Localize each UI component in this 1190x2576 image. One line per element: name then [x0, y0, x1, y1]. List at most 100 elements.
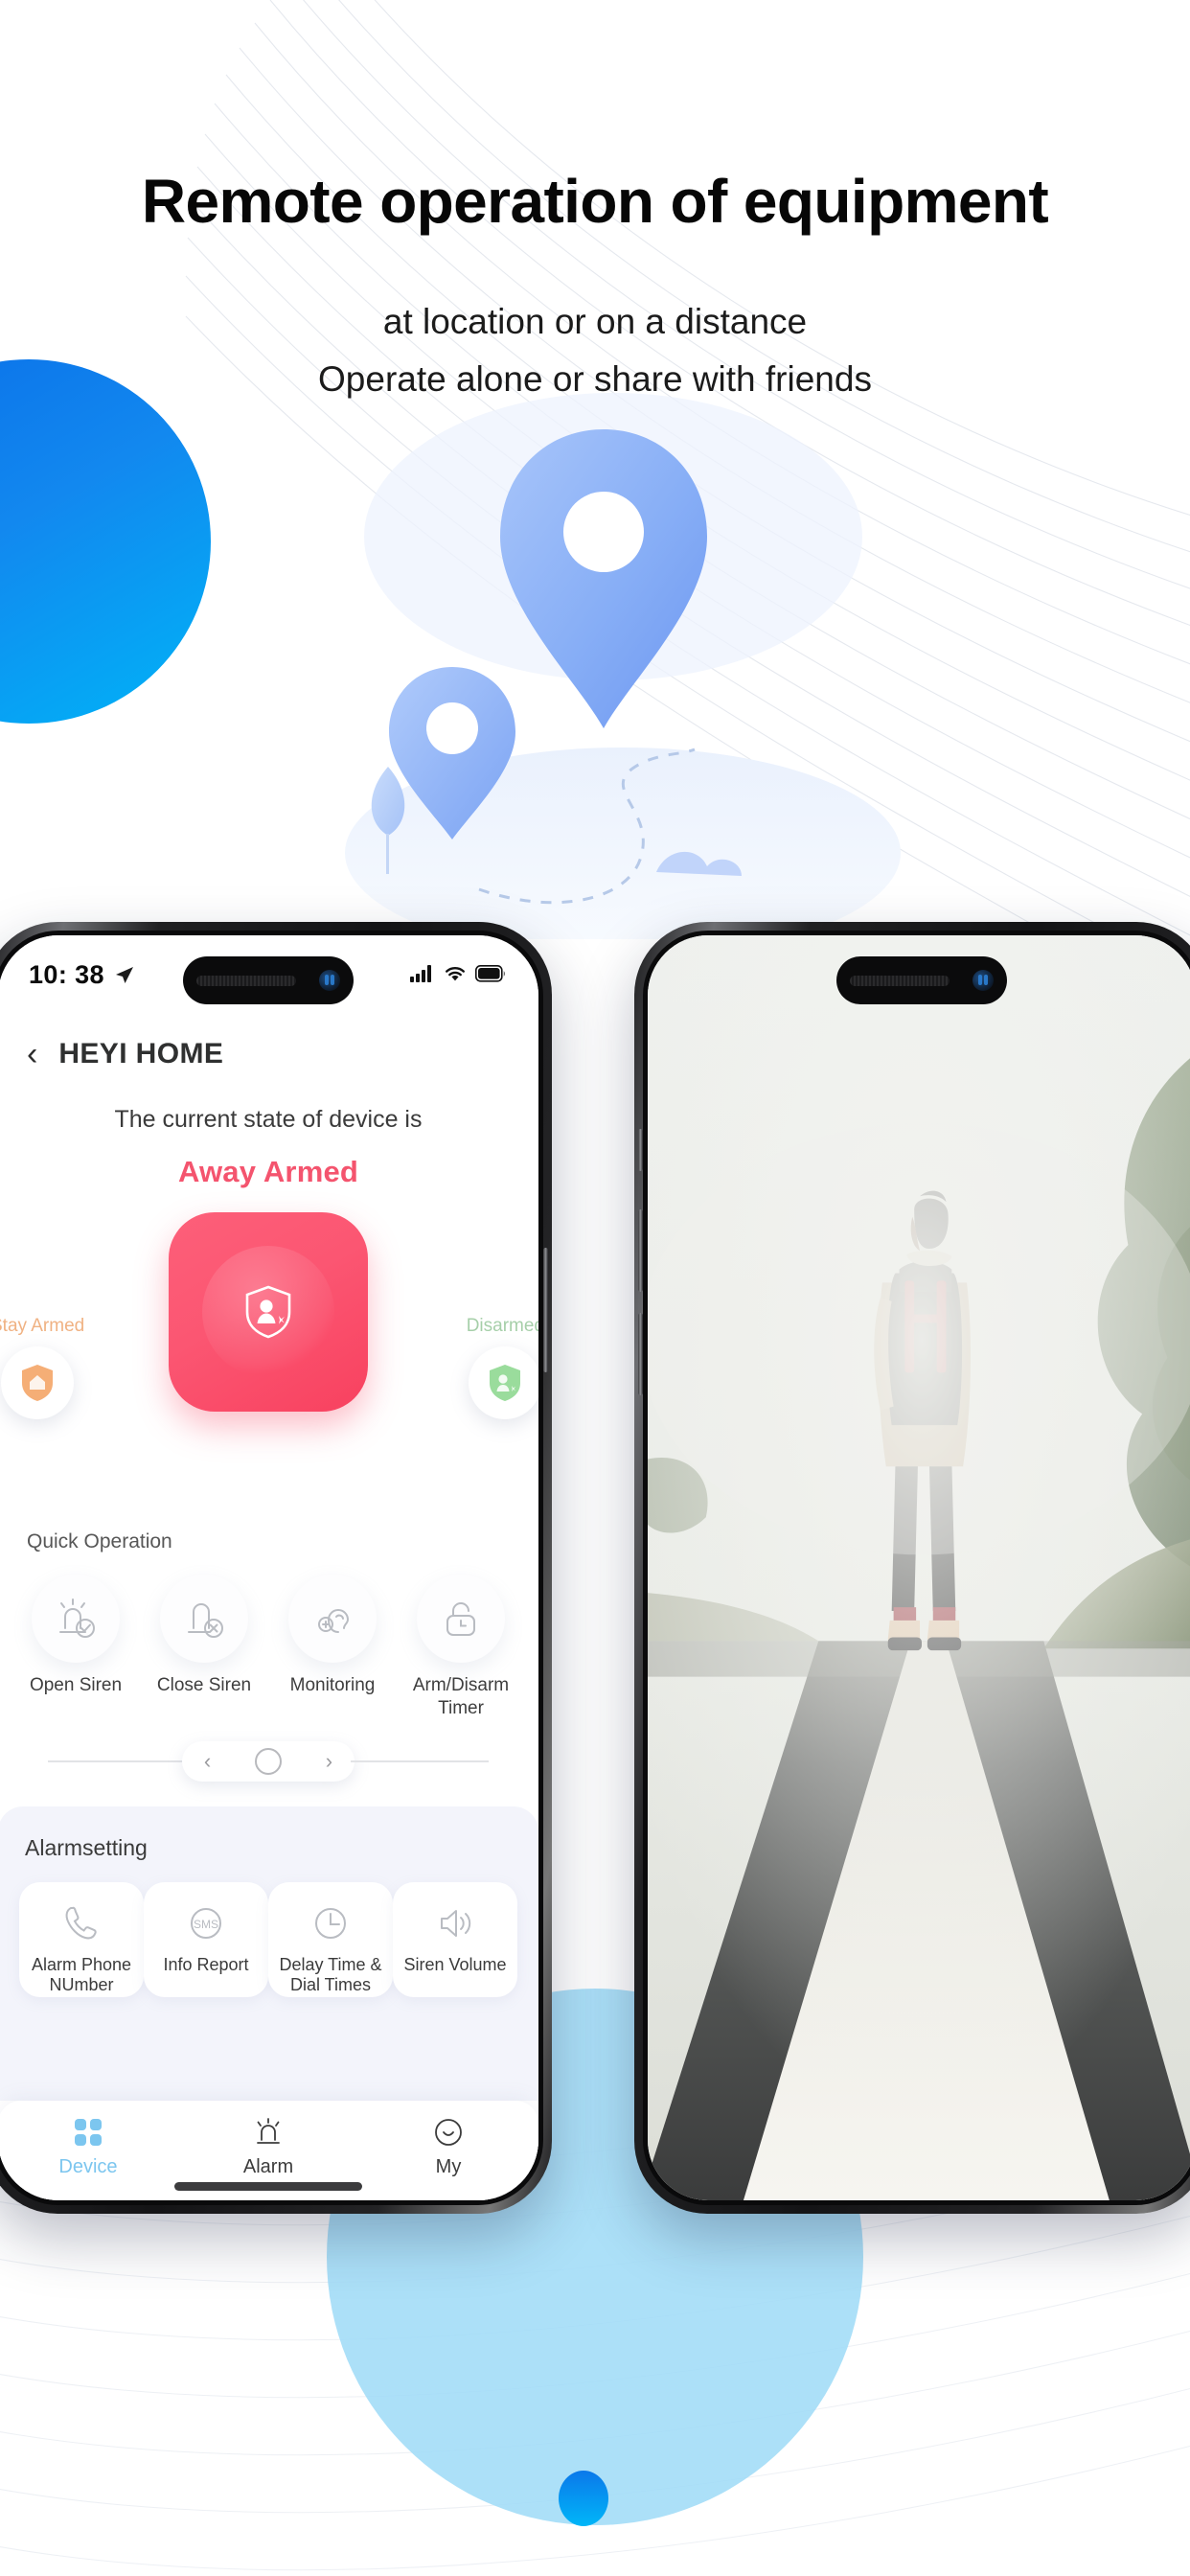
location-arrow-icon	[115, 966, 133, 983]
quick-item-arm-disarm-timer[interactable]: Arm/Disarm Timer	[404, 1575, 517, 1720]
quick-item-monitoring[interactable]: Monitoring	[276, 1575, 389, 1720]
large-map-pin	[500, 429, 707, 728]
alarm-setting-panel: Alarmsetting Alarm Phone NUmber SMS Info…	[0, 1806, 538, 2101]
quick-item-close-siren[interactable]: Close Siren	[148, 1575, 261, 1720]
quick-item-icon-wrap	[32, 1575, 120, 1663]
device-state-prefix: The current state of device is	[114, 1106, 423, 1133]
phone-power-button[interactable]	[543, 1248, 548, 1372]
wifi-icon	[446, 967, 465, 981]
alarm-card-label: Info Report	[163, 1954, 249, 1974]
app-title: HEYI HOME	[58, 1038, 224, 1070]
arm-controls-row: Stay Armed	[0, 1203, 538, 1529]
front-camera-icon	[973, 970, 994, 991]
status-bar-time-group: 10: 38	[29, 960, 136, 990]
phone-bezel-right	[643, 931, 1190, 2205]
shield-person-green-icon	[490, 1365, 521, 1401]
quick-item-icon-wrap	[288, 1575, 377, 1663]
quick-item-label: Monitoring	[289, 1675, 376, 1695]
siren-icon	[257, 2118, 280, 2144]
alarm-card-phone-number[interactable]: Alarm Phone NUmber	[19, 1881, 144, 1997]
page-carousel: ‹ ›	[0, 1740, 538, 1782]
tab-label: Alarm	[242, 2156, 294, 2177]
phone-mockup-right	[634, 922, 1190, 2214]
carousel-track-right	[351, 1760, 489, 1762]
status-bar-time: 10: 38	[29, 960, 104, 989]
phone-silent-button[interactable]	[638, 1129, 643, 1171]
phone-volume-down-button[interactable]	[638, 1313, 643, 1395]
home-indicator	[174, 2182, 362, 2191]
page-subtitle: at location or on a distance Operate alo…	[0, 293, 1190, 408]
stay-armed-button[interactable]	[1, 1346, 75, 1419]
app-screen: 10: 38 ‹ HEYI HOME The current state of …	[0, 935, 538, 2200]
status-bar-indicators	[410, 960, 506, 982]
page-subtitle-line-1: at location or on a distance	[382, 302, 808, 341]
quick-item-label: Arm/Disarm Timer	[412, 1675, 510, 1718]
quick-item-icon-wrap	[417, 1575, 505, 1663]
carousel-control[interactable]: ‹ ›	[182, 1740, 355, 1782]
shield-home-icon	[22, 1365, 54, 1401]
alarm-setting-grid: Alarm Phone NUmber SMS Info Report Delay…	[19, 1881, 517, 1997]
earpiece-speaker-icon	[850, 975, 950, 986]
alarm-card-label: Siren Volume	[403, 1954, 507, 1974]
quick-operation-grid: Open Siren Close Siren Monitoring Arm/Di…	[0, 1553, 538, 1720]
carousel-dot-icon[interactable]	[255, 1747, 282, 1775]
page-title: Remote operation of equipment	[141, 167, 1049, 236]
app-navbar: ‹ HEYI HOME	[0, 1018, 538, 1091]
dynamic-island	[183, 956, 354, 1004]
carousel-next-icon[interactable]: ›	[326, 1749, 332, 1774]
alarm-card-icon-wrap: SMS	[186, 1896, 226, 1951]
phone-screen-left: 10: 38 ‹ HEYI HOME The current state of …	[0, 935, 538, 2200]
cellular-signal-icon	[410, 965, 431, 982]
tab-my[interactable]: My	[367, 2112, 530, 2178]
alarm-card-label: Alarm Phone NUmber	[31, 1954, 132, 1995]
away-armed-button[interactable]	[169, 1212, 368, 1412]
bottom-tab-bar: Device Alarm My	[0, 2101, 538, 2200]
back-chevron-icon[interactable]: ‹	[27, 1038, 37, 1070]
disarmed-label: Disarmed	[466, 1316, 538, 1336]
decorative-blue-dot	[559, 2471, 608, 2526]
tab-icon-wrap	[7, 2112, 170, 2152]
sms-icon: SMS	[191, 1907, 221, 1939]
alarm-card-info-report[interactable]: SMS Info Report	[144, 1881, 268, 1997]
tab-device[interactable]: Device	[7, 2112, 170, 2178]
alarm-card-icon-wrap	[435, 1896, 475, 1951]
quick-item-open-siren[interactable]: Open Siren	[19, 1575, 132, 1720]
stay-armed-control[interactable]: Stay Armed	[0, 1316, 84, 1419]
tab-icon-wrap	[367, 2112, 530, 2152]
device-state-value: Away Armed	[177, 1155, 359, 1188]
svg-text:SMS: SMS	[194, 1918, 218, 1931]
alarm-card-icon-wrap	[61, 1896, 102, 1951]
grid-squares-icon	[75, 2119, 102, 2146]
quick-item-label: Close Siren	[156, 1675, 252, 1695]
front-camera-icon	[319, 970, 340, 991]
phone-icon	[65, 1906, 97, 1939]
tab-icon-wrap	[187, 2112, 350, 2152]
stay-armed-label: Stay Armed	[0, 1316, 85, 1336]
quick-item-icon-wrap	[160, 1575, 248, 1663]
alarm-setting-title: Alarmsetting	[25, 1834, 148, 1860]
phone-bezel-left: 10: 38 ‹ HEYI HOME The current state of …	[0, 931, 543, 2205]
phone-volume-up-button[interactable]	[638, 1209, 643, 1292]
hiker-photo	[648, 935, 1190, 2200]
alarm-card-siren-volume[interactable]: Siren Volume	[393, 1881, 517, 1997]
phone-screen-right	[648, 935, 1190, 2200]
disarmed-button[interactable]	[469, 1346, 538, 1419]
speaker-volume-icon	[441, 1909, 471, 1937]
siren-close-icon	[188, 1603, 223, 1638]
lock-clock-icon	[446, 1602, 475, 1636]
alarm-card-delay-time[interactable]: Delay Time & Dial Times	[268, 1881, 393, 1997]
quick-operation-title: Quick Operation	[27, 1530, 172, 1552]
clock-icon	[315, 1907, 346, 1939]
carousel-prev-icon[interactable]: ‹	[204, 1749, 211, 1774]
tab-label: Device	[58, 2156, 118, 2177]
battery-icon	[475, 964, 505, 982]
ear-listen-icon	[318, 1609, 350, 1633]
disarmed-control[interactable]: Disarmed	[467, 1316, 538, 1419]
dynamic-island	[836, 956, 1007, 1004]
page-subtitle-line-2: Operate alone or share with friends	[318, 358, 872, 399]
map-pins-illustration	[345, 429, 901, 939]
quick-item-label: Open Siren	[29, 1675, 123, 1695]
carousel-track-left	[48, 1760, 186, 1762]
tab-alarm[interactable]: Alarm	[187, 2112, 350, 2178]
smiley-face-icon	[435, 2119, 462, 2146]
